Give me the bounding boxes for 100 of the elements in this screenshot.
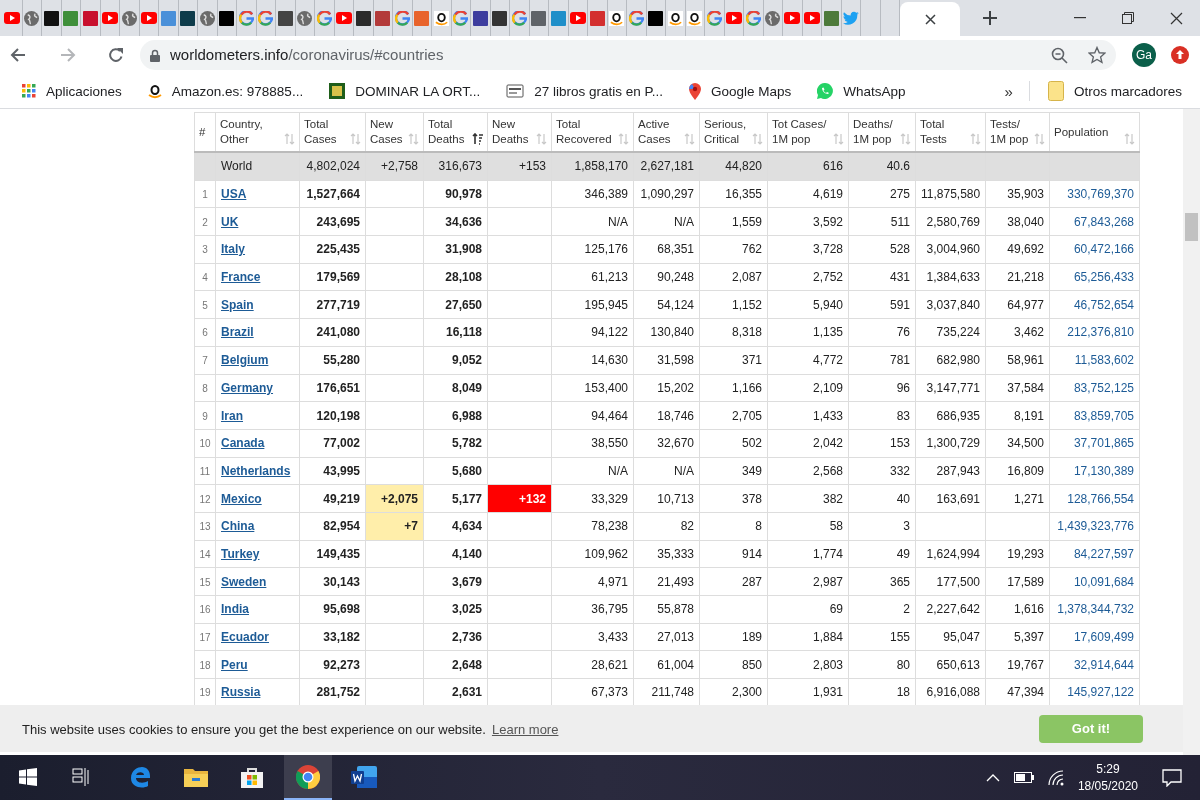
multicolor-ring-icon[interactable] xyxy=(745,10,761,26)
table-cell: 382 xyxy=(822,491,843,506)
bookmark-folder[interactable]: Otros marcadores xyxy=(1039,81,1190,101)
bookmark-link[interactable]: WhatsApp xyxy=(809,83,914,99)
back-arrow-icon[interactable] xyxy=(10,47,26,63)
tab[interactable] xyxy=(276,0,296,36)
close-icon[interactable] xyxy=(924,13,936,25)
table-cell: 1,378,344,732 xyxy=(1057,602,1134,617)
table-cell: 37,584 xyxy=(1007,380,1044,395)
tab[interactable] xyxy=(490,0,510,36)
sort-icon[interactable] xyxy=(472,133,483,145)
square-icon[interactable] xyxy=(180,10,196,26)
globe-icon[interactable] xyxy=(297,10,313,26)
clock-date[interactable]: 18/05/2020 xyxy=(1077,779,1138,793)
restore-icon[interactable] xyxy=(1122,12,1134,24)
play-button-icon[interactable] xyxy=(803,12,820,24)
globe-icon[interactable] xyxy=(24,10,40,26)
tab[interactable] xyxy=(685,0,705,36)
table-cell: 179,569 xyxy=(316,270,360,285)
tab[interactable] xyxy=(42,0,62,36)
table-cell: 32,670 xyxy=(657,436,694,451)
tab[interactable] xyxy=(646,0,666,36)
table-cell: 3,679 xyxy=(451,574,482,589)
multicolor-ring-icon[interactable] xyxy=(394,10,410,26)
multicolor-ring-icon[interactable] xyxy=(238,10,254,26)
table-cell: 914 xyxy=(741,546,762,561)
globe-icon[interactable] xyxy=(121,10,137,26)
multicolor-ring-icon[interactable] xyxy=(706,10,722,26)
table-cell: 14,630 xyxy=(591,353,628,368)
play-button-icon[interactable] xyxy=(101,12,118,24)
bookmark-link[interactable]: DOMINAR LA ORT... xyxy=(321,83,489,99)
bookmark-link[interactable]: 27 libros gratis en P... xyxy=(498,83,671,99)
play-button-icon[interactable] xyxy=(140,12,157,24)
tab[interactable] xyxy=(432,0,452,36)
table-cell: 83 xyxy=(896,408,910,423)
update-icon[interactable] xyxy=(1170,45,1190,65)
address-bar[interactable]: worldometers.info/coronavirus/#countries xyxy=(140,40,1116,70)
table-cell: 177,500 xyxy=(936,574,980,589)
bookmark-link[interactable]: Google Maps xyxy=(681,82,800,100)
country-link[interactable]: UK xyxy=(221,214,239,229)
close-icon[interactable] xyxy=(1169,11,1183,25)
zoom-out-icon[interactable] xyxy=(1051,46,1068,64)
square-icon[interactable] xyxy=(219,10,235,26)
table-cell: World xyxy=(221,159,253,174)
tab[interactable] xyxy=(217,0,237,36)
table-cell: 277,719 xyxy=(316,297,360,312)
battery-icon[interactable] xyxy=(1013,772,1034,783)
globe-icon[interactable] xyxy=(199,10,215,26)
profile-avatar[interactable]: Ga xyxy=(1132,43,1156,67)
minimize-icon[interactable] xyxy=(1074,17,1086,19)
scrollbar[interactable] xyxy=(1183,109,1200,755)
table-cell: +153 xyxy=(518,159,546,174)
tab[interactable] xyxy=(178,0,198,36)
more-bookmarks-button[interactable]: » xyxy=(994,82,1023,100)
table-cell: 33,329 xyxy=(591,491,628,506)
square-icon[interactable] xyxy=(648,10,664,26)
square-icon[interactable] xyxy=(277,10,293,26)
star-icon[interactable] xyxy=(1088,46,1106,64)
country-link[interactable]: Italy xyxy=(221,242,245,257)
multicolor-ring-icon[interactable] xyxy=(453,10,469,26)
tab[interactable] xyxy=(354,0,374,36)
square-icon[interactable] xyxy=(492,10,508,26)
square-icon[interactable] xyxy=(355,10,371,26)
globe-icon[interactable] xyxy=(765,10,781,26)
column-header[interactable]: # xyxy=(199,124,206,140)
plus-icon[interactable] xyxy=(982,10,998,26)
bookmark-link[interactable]: Aplicaciones xyxy=(14,83,130,99)
country-link[interactable]: India xyxy=(221,602,249,617)
clock-time[interactable]: 5:29 xyxy=(1096,762,1120,776)
multicolor-ring-icon[interactable] xyxy=(258,10,274,26)
country-link[interactable]: Iran xyxy=(221,408,243,423)
learn-more-link[interactable]: Learn more xyxy=(491,721,559,737)
reload-icon[interactable] xyxy=(108,47,124,63)
play-button-icon[interactable] xyxy=(725,12,742,24)
square-icon[interactable] xyxy=(43,10,59,26)
tab[interactable] xyxy=(666,0,686,36)
multicolor-ring-icon[interactable] xyxy=(316,10,332,26)
play-button-icon[interactable] xyxy=(569,12,586,24)
caret-up-icon[interactable] xyxy=(985,773,1000,782)
table-cell: 27,650 xyxy=(445,297,482,312)
country-link[interactable]: Peru xyxy=(221,657,248,672)
table-cell: 1,527,664 xyxy=(306,187,360,202)
tab[interactable] xyxy=(607,0,627,36)
country-link[interactable]: USA xyxy=(221,187,247,202)
bird-icon[interactable] xyxy=(842,11,859,25)
play-button-icon[interactable] xyxy=(335,12,352,24)
square-icon[interactable] xyxy=(472,10,488,26)
tab[interactable] xyxy=(471,0,491,36)
multicolor-ring-icon[interactable] xyxy=(511,10,527,26)
table-cell: 36,795 xyxy=(591,602,628,617)
taskbar-button[interactable] xyxy=(284,755,332,800)
multicolor-ring-icon[interactable] xyxy=(628,10,644,26)
scrollbar-thumb[interactable] xyxy=(1185,213,1198,241)
bookmark-link[interactable]: Amazon.es: 978885... xyxy=(139,83,312,99)
table-cell: 4,619 xyxy=(812,187,843,202)
play-button-icon[interactable] xyxy=(784,12,801,24)
wifi-icon[interactable] xyxy=(1047,769,1064,786)
table-cell: 3,728 xyxy=(812,242,843,257)
play-button-icon[interactable] xyxy=(4,12,21,24)
notification-icon[interactable] xyxy=(1162,768,1182,787)
